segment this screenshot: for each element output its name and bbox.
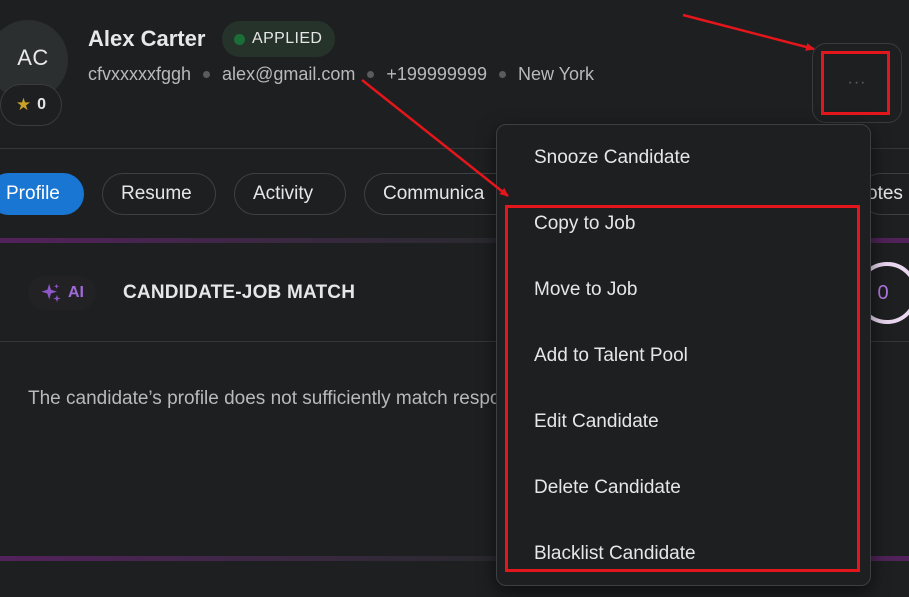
annotation-arrow-to-more bbox=[682, 13, 815, 51]
sparkle-icon bbox=[41, 283, 61, 303]
candidate-meta: cfvxxxxxfggh alex@gmail.com +199999999 N… bbox=[88, 64, 594, 85]
match-score: 0 bbox=[877, 281, 889, 304]
candidate-email[interactable]: alex@gmail.com bbox=[222, 64, 355, 85]
candidate-username: cfvxxxxxfggh bbox=[88, 64, 192, 84]
tab-profile[interactable]: Profile bbox=[0, 173, 84, 215]
candidate-name: Alex Carter bbox=[88, 26, 206, 51]
avatar-initials: AC bbox=[17, 45, 49, 70]
rating-badge[interactable]: ★ 0 bbox=[0, 84, 62, 126]
separator-dot bbox=[367, 71, 375, 78]
rating-value: 0 bbox=[37, 96, 47, 113]
annotation-box-more-button bbox=[821, 51, 890, 115]
star-icon: ★ bbox=[15, 95, 32, 114]
ai-label: AI bbox=[68, 284, 84, 301]
annotation-box-menu-items bbox=[505, 205, 860, 572]
separator-dot bbox=[498, 71, 506, 78]
status-badge: APPLIED bbox=[222, 21, 336, 57]
candidate-location: New York bbox=[517, 64, 595, 84]
tab-activity[interactable]: Activity bbox=[234, 173, 346, 215]
separator-dot bbox=[203, 71, 211, 78]
ai-badge: AI bbox=[28, 276, 96, 310]
candidate-phone[interactable]: +199999999 bbox=[386, 64, 487, 85]
tab-resume[interactable]: Resume bbox=[102, 173, 216, 215]
status-dot-icon bbox=[234, 33, 245, 45]
menu-item-snooze[interactable]: Snooze Candidate bbox=[534, 147, 690, 169]
status-label: APPLIED bbox=[252, 30, 323, 47]
match-title: CANDIDATE-JOB MATCH bbox=[123, 282, 356, 303]
